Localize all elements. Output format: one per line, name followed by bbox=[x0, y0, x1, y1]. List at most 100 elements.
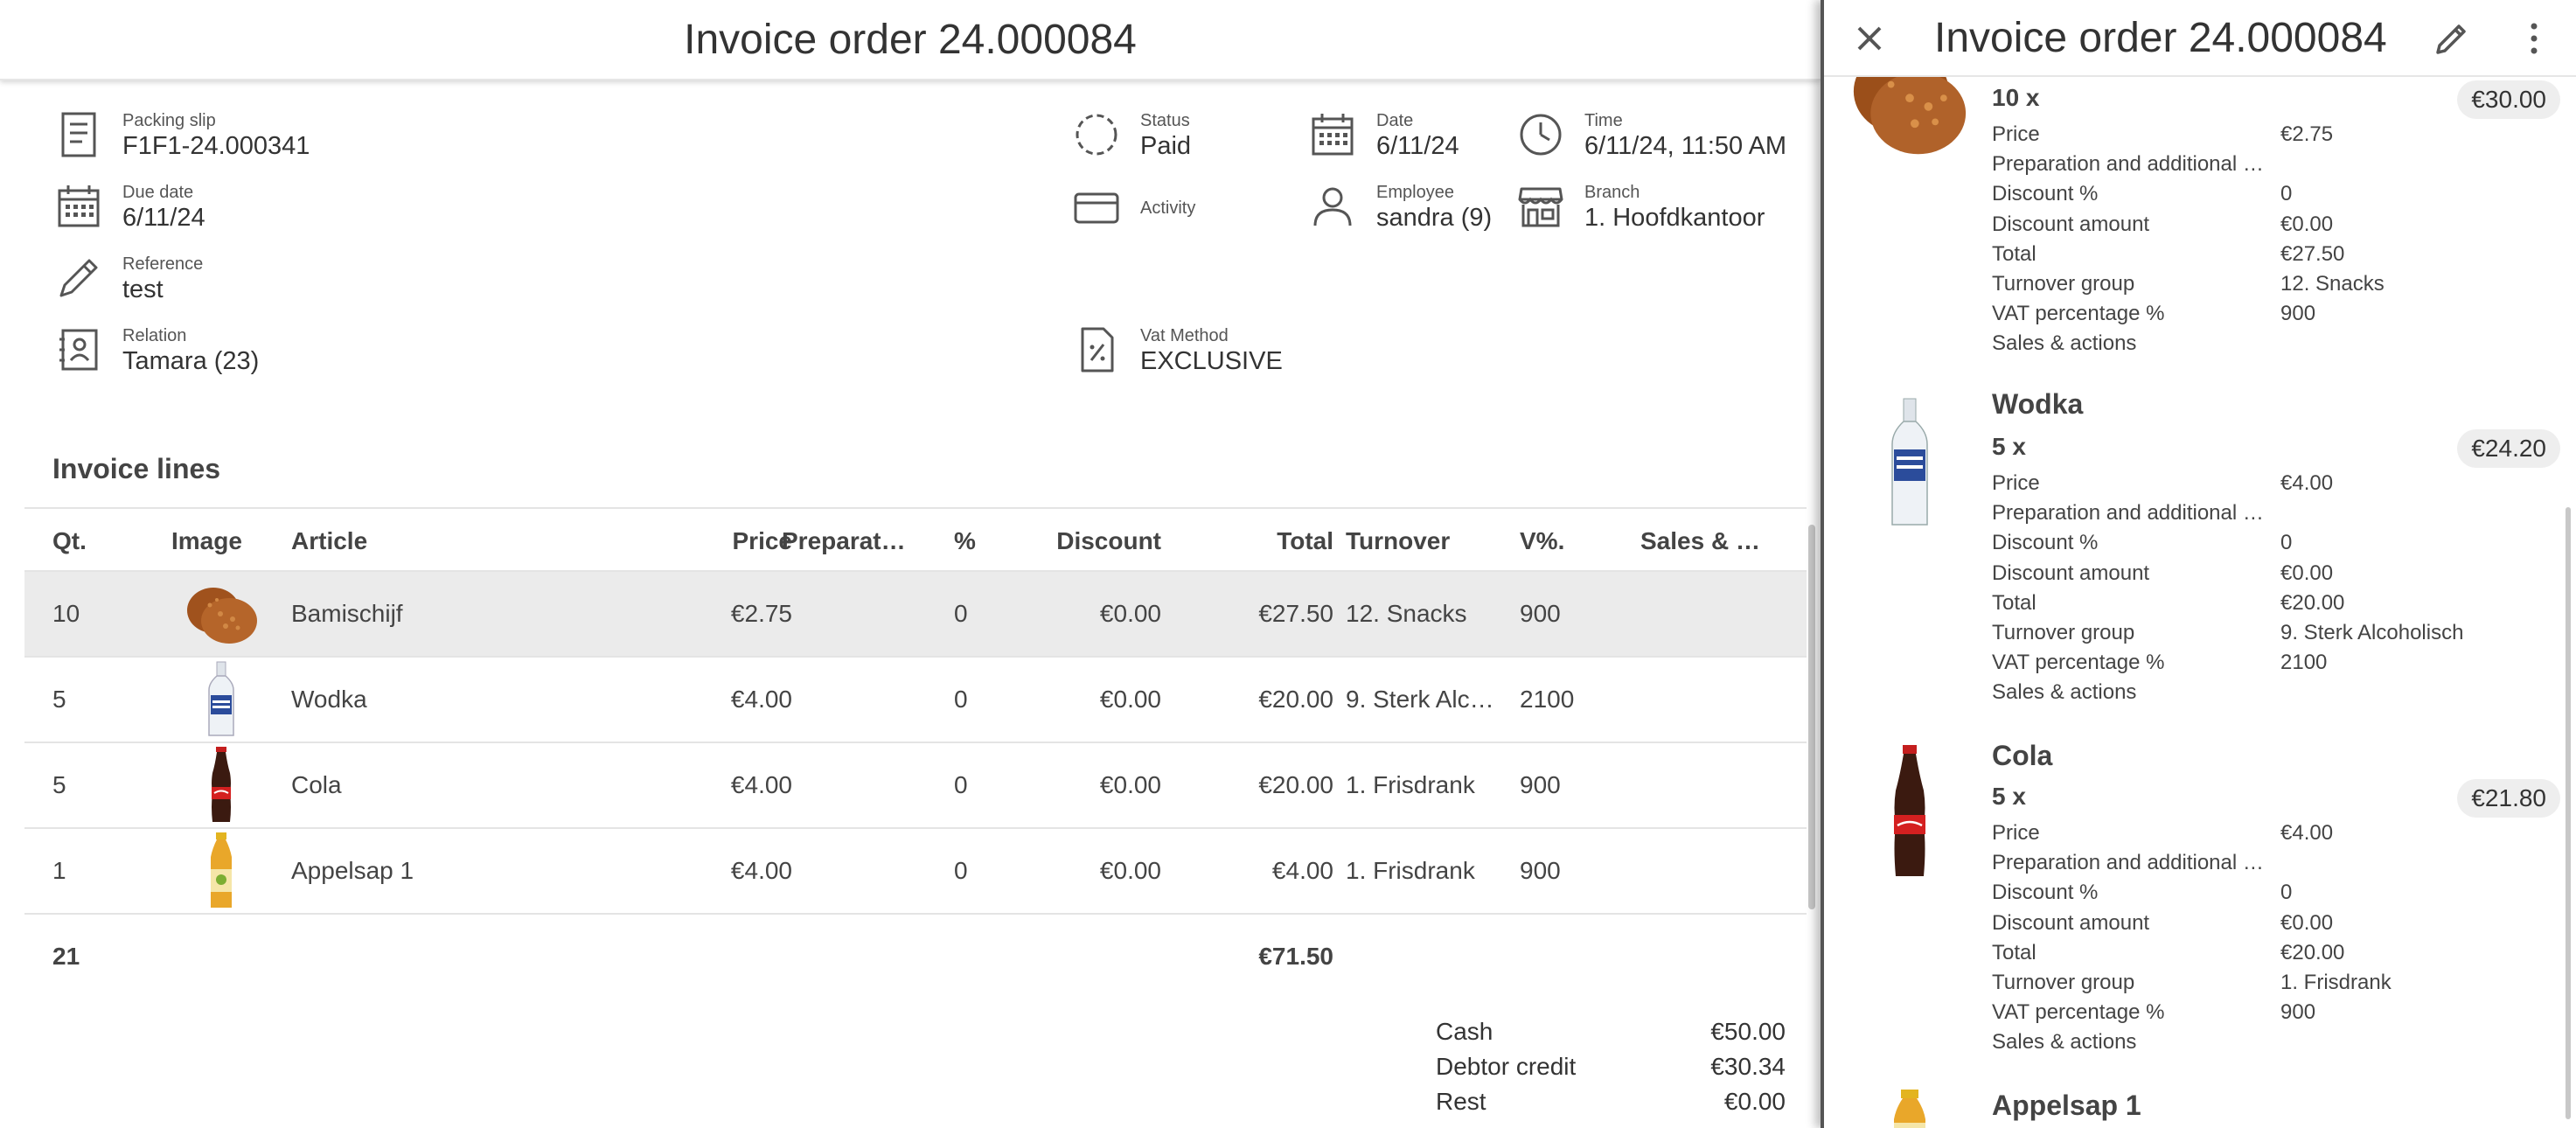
cell-percent: 0 bbox=[954, 857, 968, 884]
main-header: Invoice order 24.000084 bbox=[0, 0, 1821, 80]
table-header: Qt. Image Article Price Preparat… % Disc… bbox=[24, 507, 1807, 572]
cell-price: €2.75 bbox=[730, 600, 792, 627]
field-value: €2.75 bbox=[2280, 122, 2334, 146]
vat-method-info: Vat Method EXCLUSIVE bbox=[1072, 325, 1283, 376]
cell-article: Bamischijf bbox=[291, 600, 403, 627]
payment-value: €50.00 bbox=[1710, 1018, 1786, 1045]
table-scrollbar[interactable] bbox=[1808, 525, 1815, 909]
page-title: Invoice order 24.000084 bbox=[684, 16, 1137, 63]
edit-pencil-icon[interactable] bbox=[2433, 19, 2471, 58]
branch-value: 1. Hoofdkantoor bbox=[1584, 204, 1765, 232]
cell-vat: 2100 bbox=[1520, 686, 1575, 713]
field-label: Preparation and additional … bbox=[1992, 501, 2264, 526]
item-fields: Price €2.75 Preparation and additional … … bbox=[1992, 120, 2552, 359]
column-header-sales[interactable]: Sales & … bbox=[1640, 509, 1798, 574]
item-fields: Price €4.00 Preparation and additional … … bbox=[1992, 818, 2552, 1058]
field-row: Price €2.75 bbox=[1992, 120, 2552, 150]
field-value: 1. Frisdrank bbox=[2280, 970, 2392, 994]
cell-qty: 5 bbox=[52, 686, 66, 713]
field-row: Preparation and additional … bbox=[1992, 498, 2552, 528]
vat-method-value: EXCLUSIVE bbox=[1140, 347, 1283, 375]
column-header-qty[interactable]: Qt. bbox=[52, 509, 87, 574]
field-value: €27.50 bbox=[2280, 241, 2345, 266]
status-circle-icon bbox=[1072, 110, 1121, 159]
item-quantity: 10 x bbox=[1992, 84, 2040, 111]
field-value: 0 bbox=[2280, 881, 2293, 905]
column-header-preparation[interactable]: Preparat… bbox=[782, 509, 936, 574]
cell-price: €4.00 bbox=[730, 771, 792, 798]
cell-percent: 0 bbox=[954, 600, 968, 627]
relation-value[interactable]: Tamara (23) bbox=[122, 346, 259, 376]
percent-document-icon bbox=[1072, 325, 1121, 374]
field-label: Turnover group bbox=[1992, 620, 2135, 644]
field-value bbox=[2280, 848, 2552, 878]
reference-value: test bbox=[122, 275, 164, 303]
column-header-total[interactable]: Total bbox=[1161, 509, 1333, 574]
field-row: Total €20.00 bbox=[1992, 938, 2552, 968]
field-label: VAT percentage % bbox=[1992, 302, 2165, 326]
panel-title: Invoice order 24.000084 bbox=[1934, 15, 2387, 61]
field-row: Discount amount €0.00 bbox=[1992, 909, 2552, 938]
field-label: Preparation and additional … bbox=[1992, 152, 2264, 177]
column-header-image[interactable]: Image bbox=[171, 509, 242, 574]
cell-qty: 10 bbox=[52, 600, 80, 627]
cell-article: Appelsap 1 bbox=[291, 857, 414, 884]
column-header-article[interactable]: Article bbox=[291, 509, 367, 574]
cell-vat: 900 bbox=[1520, 600, 1561, 627]
field-row: VAT percentage % 900 bbox=[1992, 998, 2552, 1027]
field-value: 0 bbox=[2280, 182, 2293, 206]
field-value: 900 bbox=[2280, 302, 2316, 326]
table-row[interactable]: 5 Wodka €4.00 0 €0.00 €20.00 9. Sterk Al… bbox=[24, 658, 1807, 743]
field-row: Turnover group 9. Sterk Alcoholisch bbox=[1992, 618, 2552, 648]
table-row[interactable]: 5 Cola €4.00 0 €0.00 €20.00 1. Frisdrank… bbox=[24, 743, 1807, 829]
field-row: Discount % 0 bbox=[1992, 878, 2552, 908]
field-row: Price €4.00 bbox=[1992, 469, 2552, 498]
field-value: €4.00 bbox=[2280, 821, 2334, 845]
column-header-percent[interactable]: % bbox=[954, 509, 976, 574]
cell-discount: €0.00 bbox=[1099, 600, 1161, 627]
cell-vat: 900 bbox=[1520, 771, 1561, 798]
cell-price: €4.00 bbox=[730, 857, 792, 884]
packing-slip-value[interactable]: F1F1-24.000341 bbox=[122, 131, 310, 161]
field-row: Discount % 0 bbox=[1992, 179, 2552, 209]
item-fields: Price €4.00 Preparation and additional … … bbox=[1992, 469, 2552, 708]
column-header-vat[interactable]: V%. bbox=[1520, 509, 1564, 574]
field-label: Discount % bbox=[1992, 881, 2099, 905]
cell-vat: 900 bbox=[1520, 857, 1561, 884]
wodka-image bbox=[1850, 397, 1969, 528]
date-value: 6/11/24 bbox=[1376, 132, 1459, 160]
employee-value[interactable]: sandra (9) bbox=[1376, 203, 1492, 233]
activity-info[interactable]: Activity bbox=[1072, 184, 1195, 233]
cell-percent: 0 bbox=[954, 686, 968, 713]
packing-slip-info: Packing slip F1F1-24.000341 bbox=[54, 110, 310, 161]
field-value bbox=[2280, 150, 2552, 179]
cell-discount: €0.00 bbox=[1099, 857, 1161, 884]
close-icon[interactable] bbox=[1850, 19, 1889, 58]
field-value bbox=[2280, 1027, 2552, 1057]
field-label: Sales & actions bbox=[1992, 1030, 2137, 1055]
column-header-discount[interactable]: Discount bbox=[986, 509, 1161, 574]
cell-turnover: 9. Sterk Alc… bbox=[1346, 686, 1494, 713]
cell-total: €20.00 bbox=[1258, 771, 1333, 798]
panel-scrollbar[interactable] bbox=[2566, 507, 2571, 1119]
field-label: Discount amount bbox=[1992, 910, 2150, 935]
field-row: Preparation and additional … bbox=[1992, 848, 2552, 878]
status-label: Status bbox=[1140, 111, 1190, 130]
column-header-turnover[interactable]: Turnover bbox=[1346, 509, 1450, 574]
field-label: Discount amount bbox=[1992, 561, 2150, 585]
item-name: Wodka bbox=[1992, 388, 2084, 420]
field-label: Discount % bbox=[1992, 531, 2099, 555]
appelsap-image bbox=[1850, 1088, 1969, 1128]
table-row[interactable]: 10 Bamischijf €2.75 0 €0.00 €27.50 12. S… bbox=[24, 572, 1807, 658]
more-options-icon[interactable] bbox=[2515, 19, 2553, 58]
status-info: Status Paid bbox=[1072, 110, 1191, 161]
table-footer: 21 €71.50 bbox=[24, 915, 1807, 1000]
footer-qty-total: 21 bbox=[52, 943, 80, 970]
field-row: Turnover group 12. Snacks bbox=[1992, 269, 2552, 299]
branch-info: Branch 1. Hoofdkantoor bbox=[1516, 182, 1765, 233]
column-header-price[interactable]: Price bbox=[654, 509, 793, 574]
field-row: Sales & actions bbox=[1992, 1027, 2552, 1057]
table-row[interactable]: 1 Appelsap 1 €4.00 0 €0.00 €4.00 1. Fris… bbox=[24, 829, 1807, 915]
payment-value: €30.34 bbox=[1710, 1053, 1786, 1080]
vat-method-label: Vat Method bbox=[1140, 326, 1229, 345]
